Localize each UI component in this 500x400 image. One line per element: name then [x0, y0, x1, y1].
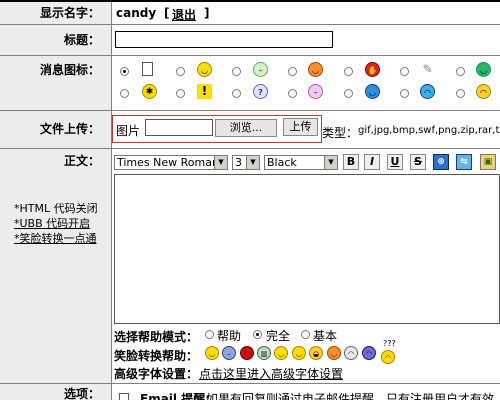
pen-icon: ✎ [422, 62, 433, 76]
options-label: 选项： [63, 387, 100, 400]
font-settings-link[interactable]: 点击这里进入高级字体设置 [199, 365, 343, 382]
logout-bracket-open: [ [164, 6, 170, 20]
image-label: 图片 [116, 124, 141, 138]
smiley-teeth-icon[interactable]: ▥ [257, 346, 271, 360]
display-name-label: 显示名字： [39, 6, 100, 20]
body-label-cell: 正文： [0, 149, 112, 383]
body-label: 正文： [63, 154, 100, 168]
email-notify-text: 如果有回复则通过电子邮件提醒，只有注册用户才有效 [206, 392, 495, 400]
image-icon[interactable]: ▣ [480, 154, 496, 170]
strikethrough-button[interactable]: S [410, 154, 426, 170]
help-mode-option-help: 帮助 [217, 329, 242, 343]
globe-link-icon[interactable]: ⊕ [433, 154, 449, 170]
help-mode-radio-full[interactable] [253, 330, 262, 339]
smiley-cool-icon[interactable]: – [222, 346, 236, 360]
smiley-help-label: 笑脸转换帮助： [114, 349, 199, 363]
icon-radio-5[interactable] [344, 67, 353, 76]
smiley-wink-icon[interactable]: ◡ [292, 346, 306, 360]
smiley-happy-icon[interactable]: ◡ [205, 346, 219, 360]
help-mode-option-full: 完全 [266, 329, 291, 343]
font-settings-label: 高级字体设置： [114, 367, 199, 381]
neutral-face-icon: – [253, 62, 268, 77]
smiley-sad-icon[interactable]: ◠ [362, 346, 376, 360]
icon-label-cell: 消息图标： [0, 56, 112, 110]
title-label-cell: 标题： [0, 25, 112, 55]
pink-face-icon: – [308, 84, 323, 99]
chevron-down-icon: ▼ [324, 156, 337, 169]
icon-radio-7[interactable] [456, 67, 465, 76]
icon-radio-1[interactable] [120, 67, 129, 76]
color-select[interactable]: Black ▼ [264, 155, 338, 170]
icon-radio-13[interactable] [400, 89, 409, 98]
help-mode-label: 选择帮助模式： [114, 330, 199, 344]
icon-radio-8[interactable] [120, 89, 129, 98]
smiley-shy-icon[interactable]: ◠ [344, 346, 358, 360]
email-notify-checkbox[interactable] [119, 393, 129, 400]
lightbulb-icon: ✱ [142, 84, 157, 99]
icon-radio-14[interactable] [456, 89, 465, 98]
chevron-down-icon: ▼ [246, 156, 259, 169]
green-face-icon: ◡ [476, 62, 491, 77]
sad-yellow-face-icon: ◠ [476, 84, 491, 99]
file-types-value: gif,jpg,bmp,swf,png,zip,rar,txt,doc [358, 125, 500, 136]
help-mode-radio-basic[interactable] [301, 330, 310, 339]
exclamation-icon: ! [197, 84, 212, 99]
smiley-tongue-icon[interactable]: ◒ [309, 346, 323, 360]
display-name-value: candy [116, 6, 157, 20]
icon-radio-9[interactable] [176, 89, 185, 98]
upload-label-cell: 文件上传： [0, 111, 112, 148]
ubb-code-link[interactable]: *UBB 代码开启 [14, 215, 90, 231]
icon-label: 消息图标： [39, 63, 100, 77]
browse-button[interactable]: 浏览... [215, 119, 277, 137]
icon-radio-6[interactable] [400, 67, 409, 76]
size-select[interactable]: 3 ▼ [232, 155, 260, 170]
sad-blue-face-icon: ◠ [420, 84, 435, 99]
icon-radio-4[interactable] [288, 67, 297, 76]
question-bubble-icon: ? [253, 84, 268, 99]
blue-face-icon: ◡ [365, 84, 380, 99]
smiley-laugh-icon[interactable]: ◡ [327, 346, 341, 360]
body-editor[interactable] [114, 174, 500, 324]
font-select[interactable]: Times New Roman ▼ [114, 155, 228, 170]
options-label-cell: 选项： [0, 384, 112, 400]
question-marks-icon: ??? [383, 339, 396, 348]
red-hand-icon: ✋ [365, 62, 380, 77]
italic-button[interactable]: I [364, 154, 380, 170]
icon-radio-12[interactable] [344, 89, 353, 98]
smiley-convert-link[interactable]: *笑脸转换一点通 [14, 230, 97, 246]
help-mode-option-basic: 基本 [313, 329, 338, 343]
doc-icon [142, 62, 153, 76]
smiley-grin-icon[interactable]: ◡ [274, 346, 288, 360]
display-name-cell [112, 2, 500, 24]
size-select-value: 3 [235, 156, 242, 169]
color-select-value: Black [267, 156, 297, 169]
email-notify-label: Email 提醒: [140, 392, 211, 400]
smile-icon: ◡ [197, 62, 212, 77]
smiley-angry-icon[interactable]: ◠ [240, 346, 254, 360]
post-form: 显示名字： candy [ 退出 ] 标题： 消息图标： ◡ – ◡ ✋ ✎ ◡… [0, 0, 500, 400]
display-name-label-cell: 显示名字： [0, 2, 112, 24]
font-select-value: Times New Roman [117, 156, 219, 169]
icon-radio-10[interactable] [232, 89, 241, 98]
file-types-label: 类型： [322, 126, 359, 140]
title-label: 标题： [63, 33, 100, 47]
logout-bracket-close: ] [204, 6, 210, 20]
icon-radio-11[interactable] [288, 89, 297, 98]
smiley-confused-icon[interactable]: ◠ [381, 350, 395, 364]
icon-radio-3[interactable] [232, 67, 241, 76]
swap-icon[interactable]: ⇆ [456, 154, 472, 170]
html-code-status: *HTML 代码关闭 [14, 202, 98, 215]
logout-link[interactable]: 退出 [172, 6, 196, 23]
upload-button[interactable]: 上传 [283, 118, 318, 136]
help-mode-radio-help[interactable] [205, 330, 214, 339]
chevron-down-icon: ▼ [214, 156, 227, 169]
orange-face-icon: ◡ [308, 62, 323, 77]
underline-button[interactable]: U [387, 154, 403, 170]
upload-label: 文件上传： [39, 122, 100, 136]
column-divider [111, 2, 112, 400]
title-input[interactable] [115, 31, 333, 48]
bold-button[interactable]: B [343, 154, 359, 170]
file-path-field[interactable] [145, 119, 213, 136]
icon-radio-2[interactable] [176, 67, 185, 76]
